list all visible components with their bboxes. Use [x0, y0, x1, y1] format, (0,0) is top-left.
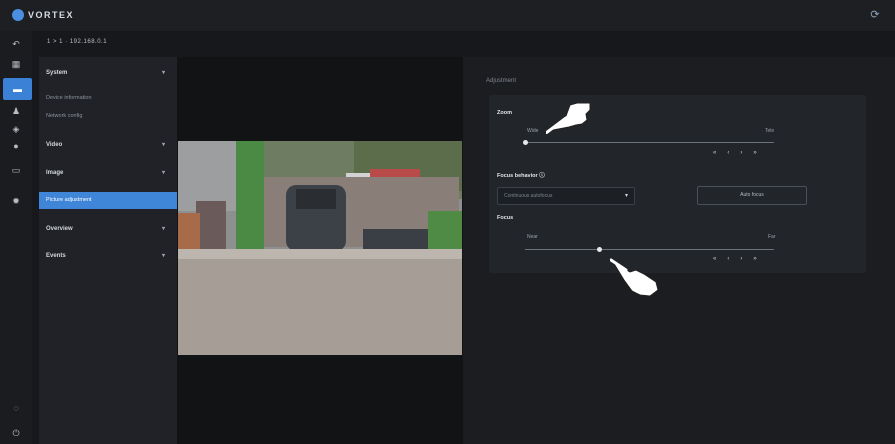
chevron-down-icon: ▾: [161, 226, 165, 232]
zoom-min-label: Wide: [527, 128, 539, 134]
nav-group-label: Events: [46, 253, 66, 259]
breadcrumb: 1 > 1 · 192.168.0.1: [47, 39, 108, 45]
alarm-icon[interactable]: ●: [8, 139, 24, 153]
pointing-hand-icon: [546, 102, 591, 134]
chevron-down-icon: ▾: [161, 70, 165, 76]
zoom-step-far-left-button[interactable]: «: [713, 150, 716, 156]
chevron-down-icon: ▾: [161, 170, 165, 176]
nav-group-label: Overview: [46, 226, 73, 232]
focus-step-far-left-button[interactable]: «: [713, 256, 716, 262]
focus-min-label: Near: [527, 234, 538, 240]
app-logo[interactable]: VORTEX: [12, 9, 74, 21]
nav-group-image[interactable]: Image ▾: [39, 163, 177, 183]
chevron-down-icon: ▾: [161, 142, 165, 148]
logo-mark-icon: [12, 9, 24, 21]
focus-step-buttons: « ‹ › »: [713, 256, 757, 262]
nav-group-events[interactable]: Events ▾: [39, 246, 177, 266]
nav-group-overview[interactable]: Overview ▾: [39, 219, 177, 239]
info-icon[interactable]: ⓘ: [539, 173, 545, 179]
nav-item-network[interactable]: Network config: [46, 113, 82, 119]
zoom-label: Zoom: [497, 110, 512, 116]
focus-step-far-right-button[interactable]: »: [753, 256, 756, 262]
top-bar: VORTEX ⟳: [0, 0, 895, 31]
caret-down-icon: ▾: [624, 193, 628, 199]
focus-slider-handle[interactable]: [597, 247, 602, 252]
nav-item-picture-adjustment[interactable]: Picture adjustment: [39, 192, 177, 209]
user-icon[interactable]: ♟: [8, 104, 24, 118]
sync-icon[interactable]: ⟳: [869, 9, 881, 21]
focus-step-right-button[interactable]: ›: [740, 256, 742, 262]
power-icon[interactable]: ⏻: [8, 426, 24, 440]
nav-group-label: Video: [46, 142, 63, 148]
nav-group-label: Image: [46, 170, 64, 176]
settings-icon[interactable]: ✹: [8, 194, 24, 208]
zoom-slider-track[interactable]: [525, 142, 774, 143]
chevron-down-icon: ▾: [161, 253, 165, 259]
focus-step-left-button[interactable]: ‹: [727, 256, 729, 262]
nav-group-video[interactable]: Video ▾: [39, 135, 177, 155]
section-title: Adjustment: [486, 78, 517, 84]
focus-max-label: Far: [768, 234, 776, 240]
zoom-max-label: Tele: [765, 128, 775, 134]
storage-icon[interactable]: ▭: [8, 163, 24, 177]
focus-mode-select[interactable]: Continuous autofocus ▾: [497, 187, 635, 205]
nav-group-system[interactable]: System ▾: [39, 63, 177, 83]
help-icon[interactable]: ◌: [8, 401, 24, 415]
nav-item-device-info[interactable]: Device information: [46, 95, 92, 101]
nav-group-label: System: [46, 70, 68, 76]
camera-icon[interactable]: ▬: [3, 78, 32, 100]
camera-scene-image: [178, 141, 462, 355]
zoom-slider-handle[interactable]: [523, 140, 528, 145]
grid-icon[interactable]: ▦: [8, 57, 24, 71]
focus-behavior-text: Focus behavior: [497, 173, 538, 179]
logo-text: VORTEX: [28, 10, 75, 20]
focus-mode-value: Continuous autofocus: [504, 193, 553, 199]
zoom-step-left-button[interactable]: ‹: [727, 150, 729, 156]
focus-slider-track[interactable]: [525, 249, 774, 250]
camera-live-view[interactable]: [178, 141, 462, 355]
zoom-step-far-right-button[interactable]: »: [753, 150, 756, 156]
zoom-step-buttons: « ‹ › »: [713, 150, 757, 156]
event-icon[interactable]: ◈: [8, 122, 24, 136]
zoom-step-right-button[interactable]: ›: [740, 150, 742, 156]
settings-nav: System ▾ Device information Network conf…: [39, 57, 177, 444]
auto-focus-button[interactable]: Auto focus: [697, 186, 807, 205]
icon-rail: ↶ ▦ ▬ ♟ ◈ ● ▭ ✹ ◌ ⏻: [0, 31, 32, 444]
focus-behavior-label: Focus behavior ⓘ: [497, 171, 545, 179]
swipe-hand-icon: [610, 258, 659, 297]
back-arc-icon[interactable]: ↶: [8, 37, 24, 51]
focus-label: Focus: [497, 215, 514, 221]
